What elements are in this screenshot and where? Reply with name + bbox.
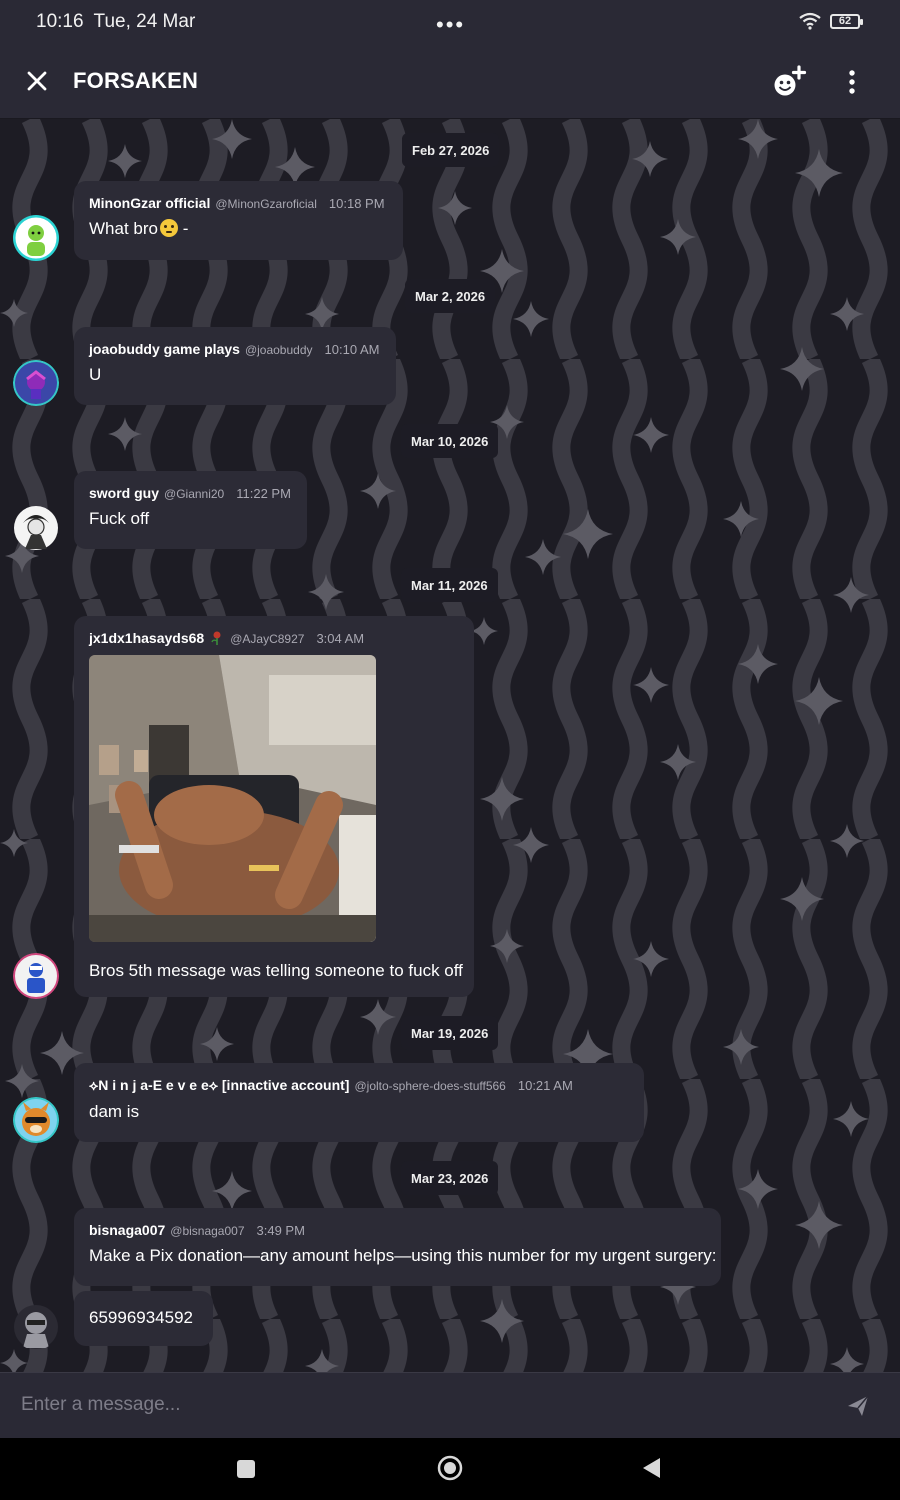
recents-icon — [237, 1460, 255, 1478]
author-handle: @bisnaga007 — [170, 1224, 245, 1238]
message-bubble[interactable]: ⟡N i n j a-E e v e e⟡ [innactive account… — [74, 1063, 644, 1142]
avatar-image — [13, 953, 59, 999]
message-input[interactable] — [0, 1373, 820, 1437]
message-composer — [0, 1372, 900, 1438]
author-name[interactable]: MinonGzar official — [89, 195, 210, 211]
flower-badge-icon — [211, 631, 221, 645]
author-handle: @joaobuddy — [244, 343, 313, 357]
status-date: Tue, 24 Mar — [93, 11, 196, 32]
send-button[interactable] — [845, 1393, 871, 1419]
avatar[interactable] — [13, 215, 59, 261]
message-header: ⟡N i n j a-E e v e e⟡ [innactive account… — [89, 1077, 629, 1094]
message-time: 3:49 PM — [256, 1223, 305, 1238]
message-text: 65996934592 — [89, 1308, 194, 1327]
date-divider: Mar 2, 2026 — [405, 279, 496, 313]
avatar[interactable] — [13, 1097, 59, 1143]
message-time: 10:10 AM — [324, 342, 380, 357]
author-handle: @AJayC8927 — [230, 632, 305, 646]
close-button[interactable] — [22, 66, 52, 96]
message-time: 3:04 AM — [316, 631, 365, 646]
message-bubble[interactable]: bisnaga007 @bisnaga007 3:49 PM Make a Pi… — [74, 1208, 721, 1286]
message-text: dam is — [89, 1102, 140, 1121]
system-nav-bar — [0, 1438, 900, 1500]
home-icon — [437, 1455, 463, 1481]
author-handle: @Gianni20 — [164, 487, 225, 501]
message-text: Make a Pix donation—any amount helps—usi… — [89, 1246, 717, 1265]
message-text-content: What bro — [89, 219, 158, 238]
recents-button[interactable] — [236, 1459, 256, 1484]
avatar-image — [13, 1097, 59, 1143]
message-time: 11:22 PM — [236, 486, 291, 501]
message-text-suffix: - — [182, 219, 189, 238]
message-text: Fuck off — [89, 509, 150, 528]
more-options-button[interactable] — [840, 68, 864, 98]
more-vert-icon — [849, 70, 855, 94]
author-name[interactable]: joaobuddy game plays — [89, 341, 240, 357]
chat-feed[interactable]: Feb 27, 2026 MinonGzar official @MinonGz… — [0, 119, 900, 1372]
battery-icon: 62 — [830, 13, 863, 29]
message-time: 10:18 PM — [328, 196, 385, 211]
date-divider: Feb 27, 2026 — [402, 133, 500, 167]
author-handle: @MinonGzaroficial — [215, 197, 317, 211]
more-dots-icon: ••• — [436, 12, 466, 37]
message-header: sword guy @Gianni20 11:22 PM — [89, 485, 292, 501]
date-divider: Mar 10, 2026 — [401, 424, 499, 458]
author-name[interactable]: bisnaga007 — [89, 1222, 165, 1238]
author-name[interactable]: ⟡N i n j a-E e v e e⟡ [innactive account… — [89, 1077, 349, 1094]
message-header: jx1dx1hasayds68 @AJayC8927 3:04 AM — [89, 630, 459, 646]
avatar-image — [13, 215, 59, 261]
status-time: 10:16 — [36, 11, 84, 32]
author-name[interactable]: jx1dx1hasayds68 — [89, 630, 204, 646]
message-bubble[interactable]: sword guy @Gianni20 11:22 PM Fuck off — [74, 471, 307, 549]
message-header: bisnaga007 @bisnaga007 3:49 PM — [89, 1222, 706, 1238]
date-divider: Mar 19, 2026 — [401, 1016, 499, 1050]
wifi-icon — [799, 12, 821, 30]
add-member-button[interactable] — [770, 64, 810, 100]
message-text: U — [89, 365, 102, 384]
avatar[interactable] — [13, 360, 59, 406]
avatar[interactable] — [13, 953, 59, 999]
chat-title: FORSAKEN — [73, 68, 199, 93]
add-member-icon — [774, 65, 807, 96]
message-bubble[interactable]: MinonGzar official @MinonGzaroficial 10:… — [74, 181, 403, 260]
raised-eyebrow-emoji-icon — [159, 219, 178, 237]
avatar[interactable] — [13, 505, 59, 551]
avatar-image — [14, 506, 58, 550]
message-time: 10:21 AM — [517, 1078, 573, 1093]
send-icon — [848, 1395, 869, 1416]
author-handle: @jolto-sphere-does-stuff566 — [354, 1079, 506, 1093]
message-header: joaobuddy game plays @joaobuddy 10:10 AM — [89, 341, 381, 357]
avatar-image — [13, 360, 59, 406]
status-bar: 10:16 Tue, 24 Mar ••• 62 — [0, 0, 900, 44]
message-bubble[interactable]: 65996934592 — [74, 1291, 213, 1346]
home-button[interactable] — [437, 1455, 463, 1486]
avatar-image — [14, 1305, 58, 1349]
author-name[interactable]: sword guy — [89, 485, 159, 501]
message-image[interactable] — [89, 655, 376, 942]
message-text: What bro - — [89, 219, 388, 239]
back-icon — [643, 1458, 660, 1478]
close-icon — [27, 71, 47, 91]
message-header: MinonGzar official @MinonGzaroficial 10:… — [89, 195, 388, 211]
status-icons: 62 — [798, 12, 863, 30]
message-bubble[interactable]: joaobuddy game plays @joaobuddy 10:10 AM… — [74, 327, 396, 405]
date-divider: Mar 11, 2026 — [401, 568, 498, 602]
avatar[interactable] — [13, 1304, 59, 1350]
chat-header: FORSAKEN — [0, 44, 900, 119]
image-thumbnail — [89, 655, 376, 942]
back-button[interactable] — [641, 1457, 663, 1484]
date-divider: Mar 23, 2026 — [401, 1161, 499, 1195]
message-text: Bros 5th message was telling someone to … — [89, 961, 463, 980]
